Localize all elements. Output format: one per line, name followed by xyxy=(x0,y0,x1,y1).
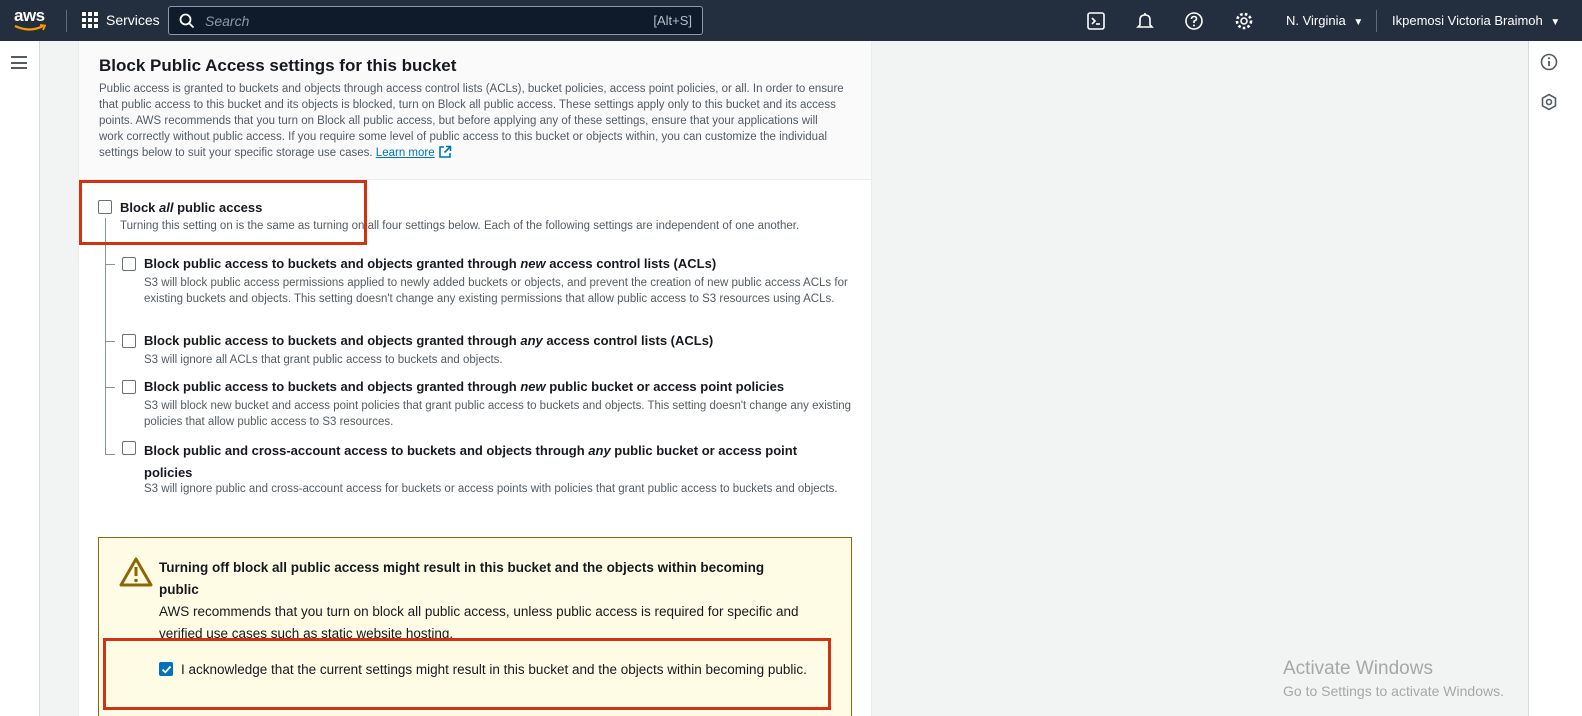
smile-arrow-icon xyxy=(14,24,46,31)
block-cross-account-label[interactable]: Block public and cross-account access to… xyxy=(144,440,844,484)
search-placeholder: Search xyxy=(205,12,250,29)
tree-connector xyxy=(105,218,106,454)
panel-description: Public access is granted to buckets and … xyxy=(99,81,844,161)
aws-logo[interactable]: aws xyxy=(14,6,50,34)
highlight-box-acknowledge xyxy=(103,638,831,710)
block-cross-account-checkbox[interactable] xyxy=(122,441,136,455)
panel-title: Block Public Access settings for this bu… xyxy=(99,56,457,75)
block-new-policies-label[interactable]: Block public access to buckets and objec… xyxy=(144,379,784,394)
tree-branch xyxy=(105,387,115,388)
region-selector[interactable]: N. Virginia ▼ xyxy=(1286,13,1363,28)
tree-branch xyxy=(105,341,115,342)
block-new-acls-description: S3 will block public access permissions … xyxy=(144,277,848,305)
notifications-icon[interactable] xyxy=(1135,11,1155,31)
services-grid-icon xyxy=(82,12,98,28)
left-rail xyxy=(0,41,40,716)
search-icon xyxy=(179,13,195,28)
search-input[interactable]: Search [Alt+S] xyxy=(168,6,703,35)
learn-more-label: Learn more xyxy=(375,147,435,159)
account-menu[interactable]: Ikpemosi Victoria Braimoh ▼ xyxy=(1392,13,1560,28)
alert-title: Turning off block all public access migh… xyxy=(159,560,765,597)
nav-divider xyxy=(66,10,67,32)
block-any-acls-label[interactable]: Block public access to buckets and objec… xyxy=(144,333,713,348)
feedback-hexagon-icon[interactable] xyxy=(1540,93,1558,111)
top-navigation: aws Services Search [Alt+S] N. Virginia … xyxy=(0,0,1582,41)
external-link-icon xyxy=(438,145,451,158)
block-new-acls-checkbox[interactable] xyxy=(122,257,136,271)
block-any-acls-description: S3 will ignore all ACLs that grant publi… xyxy=(144,354,503,366)
block-new-policies-checkbox[interactable] xyxy=(122,380,136,394)
panel-header: Block Public Access settings for this bu… xyxy=(79,41,871,180)
block-new-policies-description: S3 will block new bucket and access poin… xyxy=(144,400,852,428)
cloudshell-icon[interactable] xyxy=(1086,11,1106,31)
activate-windows-hint: Go to Settings to activate Windows. xyxy=(1283,683,1504,699)
services-label: Services xyxy=(106,12,160,28)
tree-branch xyxy=(105,454,115,455)
right-rail xyxy=(1528,41,1582,716)
tree-branch xyxy=(105,264,115,265)
menu-icon[interactable] xyxy=(11,56,27,69)
help-icon[interactable] xyxy=(1184,11,1204,31)
caret-down-icon: ▼ xyxy=(1353,17,1364,28)
search-shortcut: [Alt+S] xyxy=(653,13,692,28)
info-icon[interactable] xyxy=(1540,53,1558,71)
aws-logo-text: aws xyxy=(14,6,45,25)
nav-divider xyxy=(1376,10,1377,32)
block-new-acls-label[interactable]: Block public access to buckets and objec… xyxy=(144,256,716,271)
warning-icon xyxy=(119,557,153,587)
account-name: Ikpemosi Victoria Braimoh xyxy=(1392,13,1543,28)
block-cross-account-description: S3 will ignore public and cross-account … xyxy=(144,483,838,495)
services-menu-button[interactable]: Services xyxy=(82,12,160,28)
learn-more-link[interactable]: Learn more xyxy=(375,145,452,159)
block-any-acls-checkbox[interactable] xyxy=(122,334,136,348)
region-label: N. Virginia xyxy=(1286,13,1346,28)
settings-icon[interactable] xyxy=(1234,11,1254,31)
panel-description-text: Public access is granted to buckets and … xyxy=(99,83,844,159)
highlight-box-block-all xyxy=(79,180,367,245)
activate-windows-watermark: Activate Windows xyxy=(1283,658,1433,679)
caret-down-icon: ▼ xyxy=(1550,17,1561,28)
